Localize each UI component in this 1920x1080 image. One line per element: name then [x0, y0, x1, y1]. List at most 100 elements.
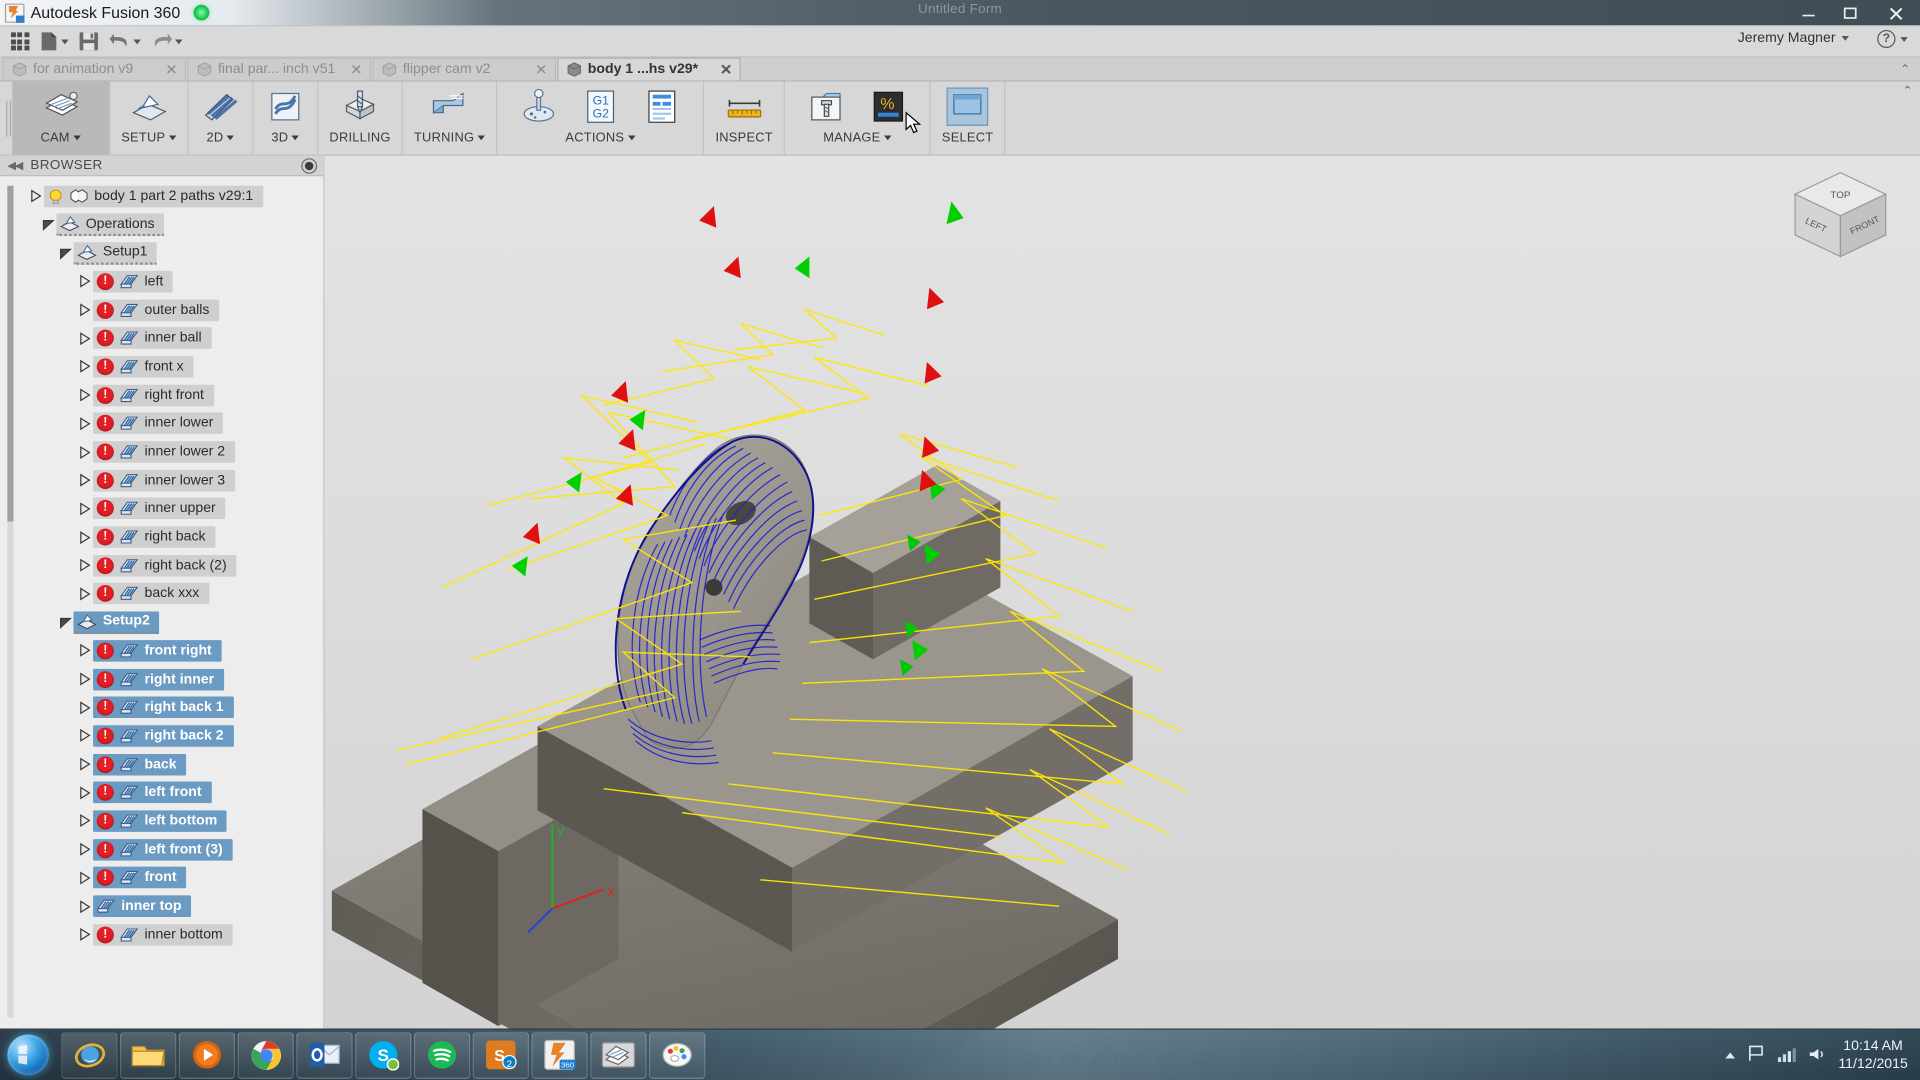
collapsed-twisty-icon[interactable] [76, 275, 93, 288]
tree-item-operation-0-6[interactable]: inner lower 2 [93, 441, 235, 463]
ribbon-group-cam[interactable]: CAM [12, 82, 110, 155]
google-chrome-icon[interactable] [238, 1031, 294, 1078]
tree-row-operation[interactable]: inner upper [0, 495, 323, 523]
tree-item-operation-0-10[interactable]: right back (2) [93, 555, 236, 577]
tree-item-operation-1-9[interactable]: inner top [93, 895, 191, 917]
action-setup-sheet-button[interactable] [631, 88, 692, 126]
browser-panel-pin-icon[interactable] [302, 159, 315, 172]
collapsed-twisty-icon[interactable] [76, 587, 93, 600]
tree-item-operation-1-10[interactable]: inner bottom [93, 924, 233, 946]
document-tab-3[interactable]: body 1 ...hs v29* ✕ [557, 58, 741, 81]
skype-business-icon[interactable]: S2 [473, 1031, 529, 1078]
ribbon-group-2d[interactable]: 2D [189, 82, 254, 155]
tree-row-operation[interactable]: back xxx [0, 580, 323, 608]
tree-item-operation-1-5[interactable]: left front [93, 782, 211, 804]
tree-row-operation[interactable]: inner lower 3 [0, 466, 323, 494]
collapsed-twisty-icon[interactable] [76, 559, 93, 572]
tree-row-operation[interactable]: left front [0, 778, 323, 806]
tree-item-operation-0-7[interactable]: inner lower 3 [93, 470, 235, 492]
tool-library-button[interactable] [796, 88, 857, 126]
close-button[interactable] [1871, 0, 1920, 26]
maximize-button[interactable] [1829, 0, 1871, 26]
action-simulate-button[interactable] [509, 88, 570, 126]
undo-button[interactable] [105, 28, 144, 54]
cam-app-icon[interactable] [590, 1031, 646, 1078]
tab-close-icon[interactable]: ✕ [345, 62, 362, 76]
spotify-icon[interactable] [414, 1031, 470, 1078]
tree-item-operation-1-0[interactable]: front right [93, 640, 221, 662]
tree-row-setup-0[interactable]: Setup1 [0, 239, 323, 267]
tree-row-operation[interactable]: outer balls [0, 296, 323, 324]
3d-canvas[interactable]: y x TOP LEFT FRONT [324, 156, 1920, 1080]
tree-item-operation-0-1[interactable]: outer balls [93, 299, 219, 321]
internet-explorer-icon[interactable] [61, 1031, 117, 1078]
start-button[interactable] [0, 1030, 56, 1079]
tree-row-operation[interactable]: left bottom [0, 807, 323, 835]
taskbar-clock[interactable]: 10:14 AM 11/12/2015 [1838, 1038, 1907, 1072]
tree-row-operation[interactable]: inner top [0, 892, 323, 920]
tree-item-operations[interactable]: Operations [56, 213, 164, 236]
collapsed-twisty-icon[interactable] [76, 673, 93, 686]
tree-row-operation[interactable]: right back [0, 523, 323, 551]
ribbon-group-actions[interactable]: G1 G2 [497, 82, 704, 155]
tree-item-operation-1-6[interactable]: left bottom [93, 810, 227, 832]
network-icon[interactable] [1777, 1045, 1797, 1067]
collapsed-twisty-icon[interactable] [76, 701, 93, 714]
tab-close-icon[interactable]: ✕ [160, 62, 177, 76]
tree-item-setup-0[interactable]: Setup1 [73, 242, 157, 265]
tree-item-operation-0-0[interactable]: left [93, 271, 173, 293]
tree-row-root[interactable]: body 1 part 2 paths v29:1 [0, 182, 323, 210]
ribbon-group-turning[interactable]: TURNING [403, 82, 498, 155]
tree-row-operation[interactable]: inner ball [0, 324, 323, 352]
tree-item-root[interactable]: body 1 part 2 paths v29:1 [44, 186, 263, 208]
collapsed-twisty-icon[interactable] [76, 445, 93, 458]
ribbon-group-setup[interactable]: SETUP [110, 82, 188, 155]
save-button[interactable] [75, 28, 103, 54]
collapsed-twisty-icon[interactable] [76, 786, 93, 799]
show-hidden-icons-chevron-icon[interactable] [1726, 1052, 1736, 1058]
collapsed-twisty-icon[interactable] [76, 900, 93, 913]
tree-row-operation[interactable]: right back 2 [0, 722, 323, 750]
ribbon-group-drilling[interactable]: DRILLING [318, 82, 403, 155]
paint-icon[interactable] [649, 1031, 705, 1078]
tree-item-operation-1-2[interactable]: right back 1 [93, 697, 233, 719]
tree-item-operation-0-2[interactable]: inner ball [93, 328, 211, 350]
collapsed-twisty-icon[interactable] [76, 871, 93, 884]
ribbon-group-manage[interactable]: % MANAGE [785, 82, 931, 155]
document-tab-2[interactable]: flipper cam v2 ✕ [372, 58, 556, 81]
new-document-button[interactable] [36, 28, 73, 54]
tree-row-operation[interactable]: front [0, 864, 323, 892]
tree-row-operation[interactable]: right back (2) [0, 551, 323, 579]
collapsed-twisty-icon[interactable] [76, 843, 93, 856]
collapsed-twisty-icon[interactable] [76, 644, 93, 657]
fusion-360-icon[interactable]: 360 [531, 1031, 587, 1078]
user-account-menu[interactable]: Jeremy Magner [1738, 31, 1849, 45]
view-cube[interactable]: TOP LEFT FRONT [1788, 168, 1893, 270]
collapsed-twisty-icon[interactable] [76, 729, 93, 742]
tree-row-operation[interactable]: front right [0, 637, 323, 665]
collapse-panel-icon[interactable]: ◀◀ [7, 159, 22, 172]
tree-row-operation[interactable]: inner lower 2 [0, 438, 323, 466]
collapsed-twisty-icon[interactable] [76, 360, 93, 373]
browser-panel-header[interactable]: ◀◀ BROWSER [0, 156, 323, 176]
tree-row-operation[interactable]: front x [0, 353, 323, 381]
flag-icon[interactable] [1747, 1044, 1767, 1067]
machining-time-button[interactable]: % [857, 88, 918, 126]
tree-row-operation[interactable]: left [0, 267, 323, 295]
tree-row-operation[interactable]: back [0, 750, 323, 778]
collapsed-twisty-icon[interactable] [76, 531, 93, 544]
tree-item-operation-1-4[interactable]: back [93, 753, 186, 775]
tab-close-icon[interactable]: ✕ [530, 62, 547, 76]
media-player-icon[interactable] [179, 1031, 235, 1078]
tree-item-operation-1-1[interactable]: right inner [93, 668, 224, 690]
tree-item-operation-0-4[interactable]: right front [93, 384, 214, 406]
tree-row-operation[interactable]: right back 1 [0, 693, 323, 721]
collapsed-twisty-icon[interactable] [76, 332, 93, 345]
collapsed-twisty-icon[interactable] [76, 303, 93, 316]
tree-row-operation[interactable]: right front [0, 381, 323, 409]
document-tab-1[interactable]: final par... inch v51 ✕ [187, 58, 371, 81]
tree-row-setup-1[interactable]: Setup2 [0, 608, 323, 636]
ribbon-group-select[interactable]: SELECT [931, 82, 1006, 155]
tree-item-operation-0-3[interactable]: front x [93, 356, 193, 378]
collapsed-twisty-icon[interactable] [76, 758, 93, 771]
